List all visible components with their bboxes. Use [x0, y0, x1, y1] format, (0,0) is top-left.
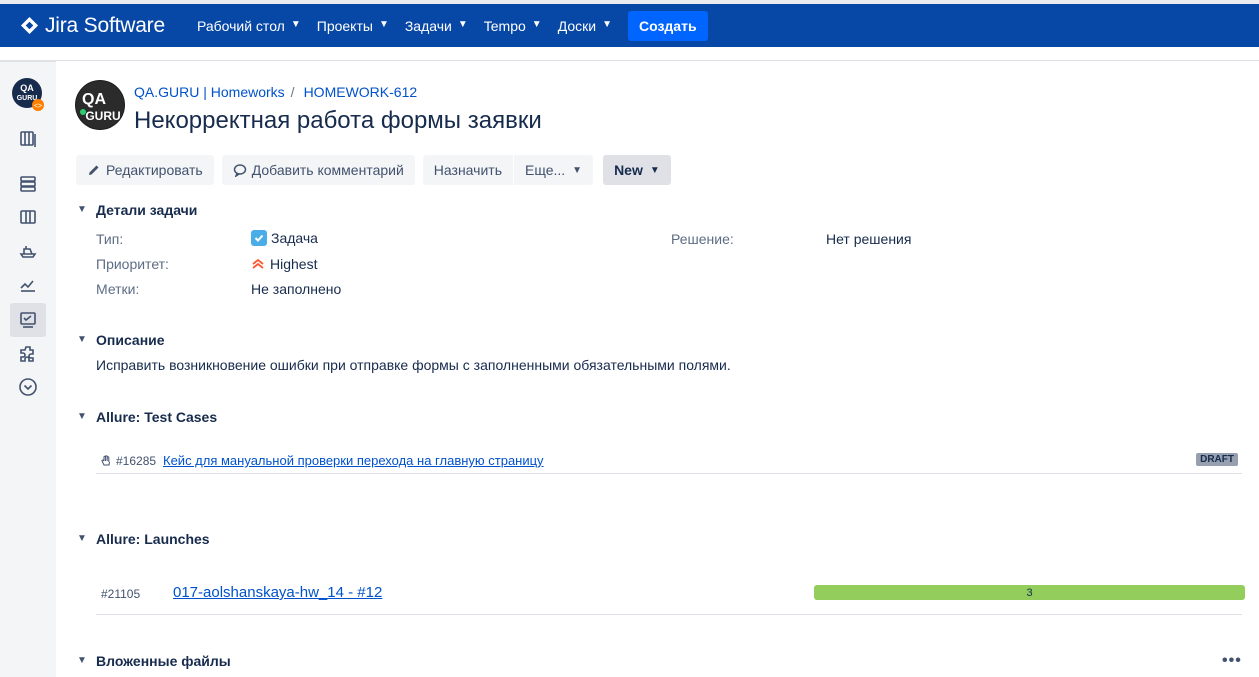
attachments-section-header[interactable]: ▼ Вложенные файлы	[77, 653, 231, 669]
type-value-text: Задача	[271, 230, 318, 246]
comment-icon	[233, 163, 247, 177]
chevron-down-icon: ▼	[290, 19, 301, 30]
nav-label: Рабочий стол	[196, 17, 285, 34]
priority-highest-icon	[251, 258, 265, 270]
type-label: Тип:	[96, 231, 124, 247]
allure-test-cases-heading: Allure: Test Cases	[96, 409, 218, 425]
nav-label: Доски	[557, 17, 597, 34]
add-ons-icon[interactable]	[14, 340, 42, 368]
chevron-down-icon: ▼	[378, 19, 389, 30]
chevron-down-icon: ▼	[77, 654, 87, 666]
description-text[interactable]: Исправить возникновение ошибки при отпра…	[96, 357, 731, 373]
comment-label: Добавить комментарий	[251, 162, 404, 178]
priority-label: Приоритет:	[96, 256, 169, 272]
priority-value-text: Highest	[270, 256, 318, 272]
chevron-down-icon: ▼	[572, 164, 583, 176]
chevron-down-icon: ▼	[457, 19, 468, 30]
nav-projects[interactable]: Проекты ▼	[317, 18, 389, 34]
chevron-down-icon: ▼	[77, 410, 87, 422]
nav-label: Задачи	[404, 17, 452, 34]
more-options-icon[interactable]: •••	[1222, 652, 1242, 670]
details-heading: Детали задачи	[96, 202, 198, 218]
issues-icon[interactable]	[10, 303, 46, 337]
project-avatar[interactable]: QA GURU <>	[11, 78, 45, 112]
status-button[interactable]: New ▼	[603, 155, 671, 185]
more-button[interactable]: Еще... ▼	[514, 155, 594, 185]
chevron-down-icon: ▼	[77, 333, 87, 345]
nav-label: Tempo	[483, 17, 526, 34]
more-label: Еще...	[525, 162, 566, 178]
header-divider	[0, 47, 1259, 61]
chevron-down-icon: ▼	[602, 19, 612, 30]
svg-text:QA: QA	[20, 83, 34, 93]
chevron-down-icon: ▼	[531, 19, 542, 30]
jira-logo-icon	[20, 16, 39, 35]
create-button[interactable]: Создать	[627, 10, 708, 41]
project-sidebar: QA GURU <>	[0, 61, 56, 677]
assign-button[interactable]: Назначить	[422, 155, 513, 185]
issue-toolbar: Редактировать Добавить комментарий Назна…	[76, 155, 679, 185]
launch-row: #21105 017-aolshanskaya-hw_14 - #12 3	[96, 575, 1245, 615]
allure-test-cases-header[interactable]: ▼ Allure: Test Cases	[77, 409, 217, 425]
status-label: New	[614, 162, 643, 178]
backlog-icon[interactable]	[14, 125, 42, 153]
labels-value[interactable]: Не заполнено	[251, 281, 341, 297]
nav-boards[interactable]: Доски ▼	[558, 18, 612, 34]
breadcrumb: QA.GURU | Homeworks / HOMEWORK-612	[134, 84, 417, 100]
add-comment-button[interactable]: Добавить комментарий	[221, 155, 415, 185]
edit-label: Редактировать	[106, 162, 203, 178]
nav-tempo[interactable]: Tempo ▼	[484, 18, 542, 34]
test-case-id-text: #16285	[116, 454, 157, 468]
breadcrumb-project-link[interactable]: QA.GURU | Homeworks	[134, 84, 285, 100]
edit-button[interactable]: Редактировать	[76, 155, 214, 185]
type-value: Задача	[251, 230, 318, 246]
reports-icon[interactable]	[14, 271, 42, 299]
main-nav: Рабочий стол ▼ Проекты ▼ Задачи ▼ Tempo ▼ До…	[197, 10, 708, 41]
task-type-icon	[251, 230, 267, 246]
releases-icon[interactable]	[14, 170, 42, 198]
chevron-down-icon: ▼	[649, 164, 660, 176]
test-case-link[interactable]: Кейс для мануальной проверки перехода на…	[163, 453, 544, 468]
attachments-heading: Вложенные файлы	[96, 653, 231, 669]
board-icon[interactable]	[14, 203, 42, 231]
issue-title[interactable]: Некорректная работа формы заявки	[134, 107, 542, 135]
breadcrumb-issue-link[interactable]: HOMEWORK-612	[304, 84, 418, 100]
description-heading: Описание	[96, 332, 165, 348]
launch-bar-value: 3	[1026, 586, 1033, 599]
hand-icon	[101, 455, 112, 467]
status-badge: DRAFT	[1196, 453, 1238, 466]
ship-icon[interactable]	[14, 237, 42, 265]
project-logo: QA GURU	[75, 80, 125, 130]
logo-text: Jira Software	[45, 13, 165, 37]
breadcrumb-separator: /	[290, 84, 295, 100]
priority-value: Highest	[251, 256, 317, 272]
description-section-header[interactable]: ▼ Описание	[77, 332, 165, 348]
launch-id: #21105	[101, 587, 141, 601]
jira-logo[interactable]: Jira Software	[20, 14, 165, 38]
pencil-icon	[87, 163, 101, 177]
allure-launches-header[interactable]: ▼ Allure: Launches	[77, 531, 210, 547]
nav-issues[interactable]: Задачи ▼	[405, 18, 468, 34]
svg-text:<>: <>	[34, 103, 42, 110]
labels-label: Метки:	[96, 281, 140, 297]
test-case-row: #16285 Кейс для мануальной проверки пере…	[96, 447, 1242, 474]
test-case-id: #16285	[101, 454, 156, 468]
top-navigation: Jira Software Рабочий стол ▼ Проекты ▼ Зад…	[0, 0, 1259, 47]
resolution-value: Нет решения	[826, 231, 912, 247]
launch-link[interactable]: 017-aolshanskaya-hw_14 - #12	[173, 584, 382, 601]
allure-launches-heading: Allure: Launches	[96, 531, 210, 547]
chevron-circle-down-icon[interactable]	[14, 373, 42, 401]
svg-text:QA: QA	[82, 91, 106, 108]
resolution-label: Решение:	[671, 231, 734, 247]
svg-text:GURU: GURU	[85, 109, 120, 123]
nav-dashboards[interactable]: Рабочий стол ▼	[197, 18, 301, 34]
nav-label: Проекты	[316, 17, 373, 34]
launch-progress-bar: 3	[814, 585, 1245, 600]
details-section-header[interactable]: ▼ Детали задачи	[77, 202, 197, 218]
chevron-down-icon: ▼	[77, 532, 87, 544]
chevron-down-icon: ▼	[77, 203, 87, 215]
